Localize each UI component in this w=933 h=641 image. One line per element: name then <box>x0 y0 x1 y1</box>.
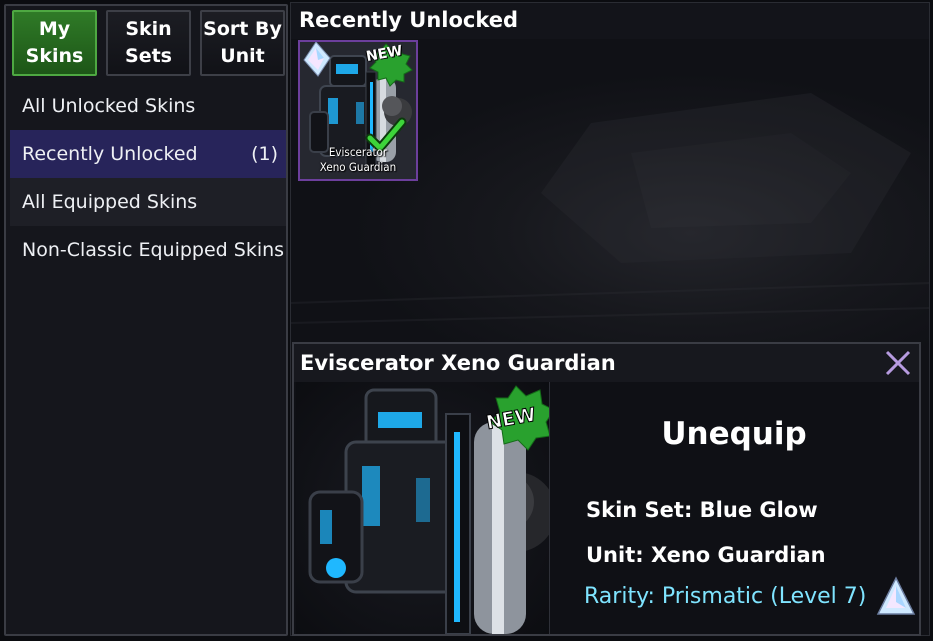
skin-filter-panel: My Skins Skin Sets Sort By Unit All Unlo… <box>4 4 288 636</box>
filter-all-unlocked-skins[interactable]: All Unlocked Skins <box>10 82 286 130</box>
close-x-icon[interactable] <box>883 348 913 378</box>
unequip-button[interactable]: Unequip <box>554 406 914 462</box>
filter-label: Non-Classic Equipped Skins <box>22 239 285 261</box>
skin-preview: NEW <box>296 382 550 634</box>
filter-label: Recently Unlocked <box>22 143 198 165</box>
unit-info: Unit: Xeno Guardian <box>586 543 826 567</box>
filter-recently-unlocked[interactable]: Recently Unlocked (1) <box>10 130 286 178</box>
detail-title: Eviscerator Xeno Guardian <box>294 344 919 382</box>
skin-detail-panel: Eviscerator Xeno Guardian NEW Unequip Sk… <box>292 342 921 636</box>
filter-count: (1) <box>251 143 278 165</box>
filter-all-equipped-skins[interactable]: All Equipped Skins <box>10 178 286 226</box>
tab-my-skins[interactable]: My Skins <box>12 10 97 76</box>
filter-non-classic-equipped-skins[interactable]: Non-Classic Equipped Skins <box>10 226 286 274</box>
prismatic-gem-icon <box>876 576 916 615</box>
skin-card[interactable]: NEW Eviscerator Xeno Guardian <box>298 40 418 181</box>
rarity-info: Rarity: Prismatic (Level 7) <box>584 584 867 609</box>
xeno-guardian-portrait: NEW <box>308 385 549 634</box>
tab-sort-by-unit[interactable]: Sort By Unit <box>200 10 285 76</box>
filter-label: All Equipped Skins <box>22 191 198 213</box>
tab-bar: My Skins Skin Sets Sort By Unit <box>12 10 286 78</box>
skin-card-name: Eviscerator Xeno Guardian <box>319 145 397 174</box>
filter-list: All Unlocked Skins Recently Unlocked (1)… <box>10 82 286 274</box>
skin-set-info: Skin Set: Blue Glow <box>586 498 818 522</box>
section-title: Recently Unlocked <box>291 3 929 39</box>
filter-label: All Unlocked Skins <box>22 95 196 117</box>
tab-skin-sets[interactable]: Skin Sets <box>106 10 191 76</box>
